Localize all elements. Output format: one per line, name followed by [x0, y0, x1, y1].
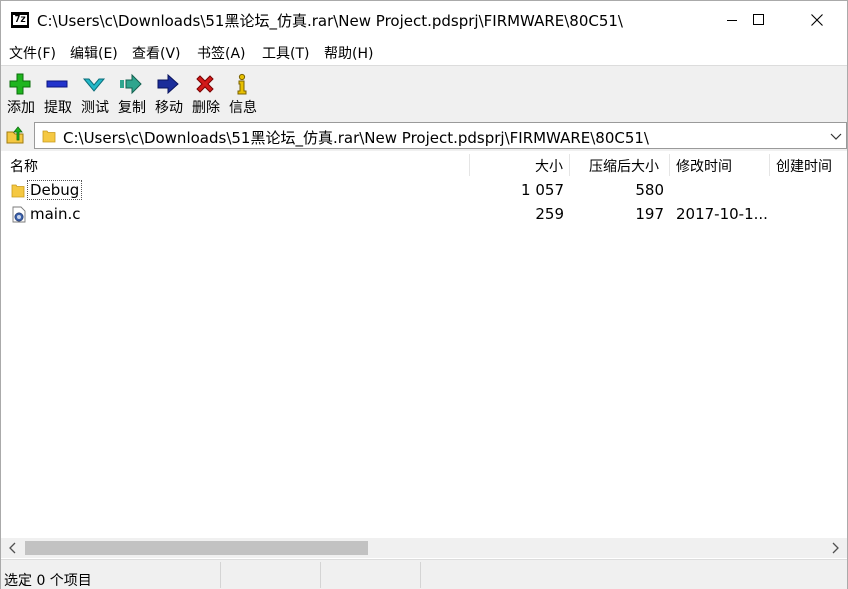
- info-icon: [230, 72, 254, 96]
- delete-label: 删除: [187, 97, 225, 117]
- delete-button[interactable]: 删除: [187, 68, 225, 118]
- file-name: Debug: [27, 181, 82, 199]
- window-title: C:\Users\c\Downloads\51黑论坛_仿真.rar\New Pr…: [37, 10, 623, 31]
- folder-icon: [11, 182, 25, 198]
- test-label: 测试: [76, 97, 114, 117]
- column-divider[interactable]: [469, 154, 470, 176]
- column-size[interactable]: 大小: [535, 156, 563, 176]
- file-list: Debug 1 057 580 main.c 259 197 2017-10-1…: [1, 178, 847, 538]
- menu-edit[interactable]: 编辑(E): [70, 43, 118, 63]
- close-button[interactable]: [794, 1, 840, 39]
- menu-bar: 文件(F) 编辑(E) 查看(V) 书签(A) 工具(T) 帮助(H): [1, 39, 847, 65]
- add-label: 添加: [2, 97, 40, 117]
- toolbar: 添加 提取 测试 复制 移动 删除 信息: [1, 65, 847, 119]
- up-folder-button[interactable]: [5, 124, 27, 146]
- maximize-icon: [753, 14, 764, 25]
- address-row: C:\Users\c\Downloads\51黑论坛_仿真.rar\New Pr…: [1, 119, 847, 151]
- title-bar[interactable]: 7z C:\Users\c\Downloads\51黑论坛_仿真.rar\New…: [1, 1, 847, 39]
- file-packed-size: 197: [581, 205, 664, 223]
- status-selected: 选定 0 个项目: [4, 570, 92, 589]
- extract-label: 提取: [39, 97, 77, 117]
- check-icon: [82, 72, 106, 96]
- add-button[interactable]: 添加: [2, 68, 40, 118]
- file-name: main.c: [30, 205, 81, 223]
- scrollbar-thumb[interactable]: [25, 541, 368, 555]
- copy-button[interactable]: 复制: [113, 68, 151, 118]
- folder-up-icon: [5, 124, 27, 146]
- maximize-button[interactable]: [736, 1, 782, 39]
- folder-icon: [42, 129, 56, 143]
- test-button[interactable]: 测试: [76, 68, 114, 118]
- status-segment: [421, 562, 847, 588]
- plus-icon: [8, 72, 32, 96]
- address-bar[interactable]: C:\Users\c\Downloads\51黑论坛_仿真.rar\New Pr…: [34, 122, 847, 149]
- column-header: 名称 大小 压缩后大小 修改时间 创建时间: [1, 152, 847, 178]
- menu-view[interactable]: 查看(V): [132, 43, 181, 63]
- copy-label: 复制: [113, 97, 151, 117]
- horizontal-scrollbar[interactable]: [1, 538, 847, 558]
- info-label: 信息: [224, 97, 262, 117]
- column-name[interactable]: 名称: [10, 156, 38, 176]
- close-icon: [811, 14, 823, 26]
- status-segment: [321, 562, 421, 588]
- menu-bookmarks[interactable]: 书签(A): [197, 43, 246, 63]
- extract-button[interactable]: 提取: [39, 68, 77, 118]
- menu-tools[interactable]: 工具(T): [262, 43, 309, 63]
- scroll-left-icon[interactable]: [7, 542, 19, 554]
- scroll-right-icon[interactable]: [829, 542, 841, 554]
- status-segment: 选定 0 个项目: [1, 562, 221, 588]
- column-divider[interactable]: [669, 154, 670, 176]
- list-item[interactable]: main.c 259 197 2017-10-1...: [1, 202, 847, 226]
- move-label: 移动: [150, 97, 188, 117]
- copy-arrow-icon: [119, 72, 143, 96]
- delete-x-icon: [193, 72, 217, 96]
- app-logo-icon: 7z: [11, 12, 29, 28]
- column-divider[interactable]: [569, 154, 570, 176]
- minus-icon: [45, 72, 69, 96]
- file-size: 259: [481, 205, 564, 223]
- column-divider[interactable]: [769, 154, 770, 176]
- column-packed-size[interactable]: 压缩后大小: [589, 156, 659, 176]
- list-item[interactable]: Debug 1 057 580: [1, 178, 847, 202]
- move-button[interactable]: 移动: [150, 68, 188, 118]
- c-file-icon: [11, 206, 27, 223]
- file-modified: 2017-10-1...: [676, 205, 768, 223]
- file-size: 1 057: [481, 181, 564, 199]
- info-button[interactable]: 信息: [224, 68, 262, 118]
- column-created[interactable]: 创建时间: [776, 156, 832, 176]
- move-arrow-icon: [156, 72, 180, 96]
- chevron-down-icon[interactable]: [830, 130, 842, 142]
- file-packed-size: 580: [581, 181, 664, 199]
- column-modified[interactable]: 修改时间: [676, 156, 732, 176]
- menu-help[interactable]: 帮助(H): [324, 43, 373, 63]
- status-segment: [221, 562, 321, 588]
- status-bar: 选定 0 个项目: [1, 559, 847, 589]
- menu-file[interactable]: 文件(F): [9, 43, 56, 63]
- address-path: C:\Users\c\Downloads\51黑论坛_仿真.rar\New Pr…: [63, 127, 649, 148]
- app-window: 7z C:\Users\c\Downloads\51黑论坛_仿真.rar\New…: [0, 0, 848, 589]
